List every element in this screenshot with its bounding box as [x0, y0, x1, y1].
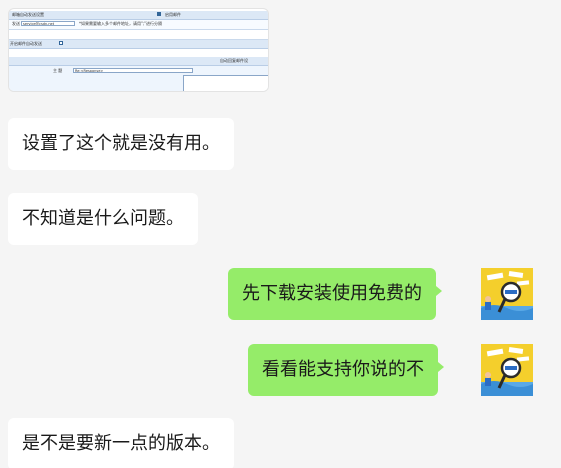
shot-row-autoreply: 自动回复邮件设: [9, 57, 268, 66]
chat-window: 邮箱自动发送设置 启用邮件 发送 service@csdn.net *如果需要输…: [0, 0, 561, 468]
magnifier-avatar-icon: [481, 344, 533, 396]
shot-label: 发送: [12, 21, 20, 26]
shot-checkbox: [157, 12, 161, 16]
message-text: 先下载安装使用免费的: [242, 283, 422, 304]
shot-textarea: [183, 75, 268, 91]
shot-row-spacer: [9, 30, 268, 40]
image-message-screenshot[interactable]: 邮箱自动发送设置 启用邮件 发送 service@csdn.net *如果需要输…: [8, 8, 269, 92]
message-text: 是不是要新一点的版本。: [22, 433, 220, 454]
message-bubble-incoming[interactable]: 是不是要新一点的版本。: [8, 418, 234, 468]
message-bubble-incoming[interactable]: 设置了这个就是没有用。: [8, 118, 234, 170]
shot-label: 启用邮件: [165, 12, 181, 17]
magnifier-avatar-icon: [481, 268, 533, 320]
message-text: 看看能支持你说的不: [262, 359, 424, 380]
message-text: 设置了这个就是没有用。: [22, 133, 220, 154]
shot-label: 主 题: [53, 68, 63, 73]
message-bubble-outgoing[interactable]: 先下载安装使用免费的: [228, 268, 442, 320]
shot-label: 邮箱自动发送设置: [12, 12, 44, 17]
shot-label: 自动回复邮件设: [220, 58, 248, 63]
shot-row-sender: 发送 service@csdn.net *如果需要输入多个邮件地址，请用";"进…: [9, 20, 268, 30]
shot-row-subject: 主 题 Re:<Response>: [9, 66, 268, 91]
shot-row-autosend: 开启邮件自动发送: [9, 40, 268, 49]
avatar[interactable]: [481, 268, 533, 320]
shot-input: service@csdn.net: [21, 21, 75, 26]
shot-label: 开启邮件自动发送: [10, 41, 42, 46]
avatar[interactable]: [481, 344, 533, 396]
shot-row-header: 邮箱自动发送设置 启用邮件: [9, 11, 268, 20]
shot-note: *如果需要输入多个邮件地址，请用";"进行分隔: [79, 21, 163, 26]
message-bubble-incoming[interactable]: 不知道是什么问题。: [8, 193, 198, 245]
message-bubble-outgoing[interactable]: 看看能支持你说的不: [248, 344, 444, 396]
shot-input: Re:<Response>: [73, 68, 193, 73]
message-text: 不知道是什么问题。: [22, 208, 184, 229]
shot-checkbox: [59, 41, 63, 45]
